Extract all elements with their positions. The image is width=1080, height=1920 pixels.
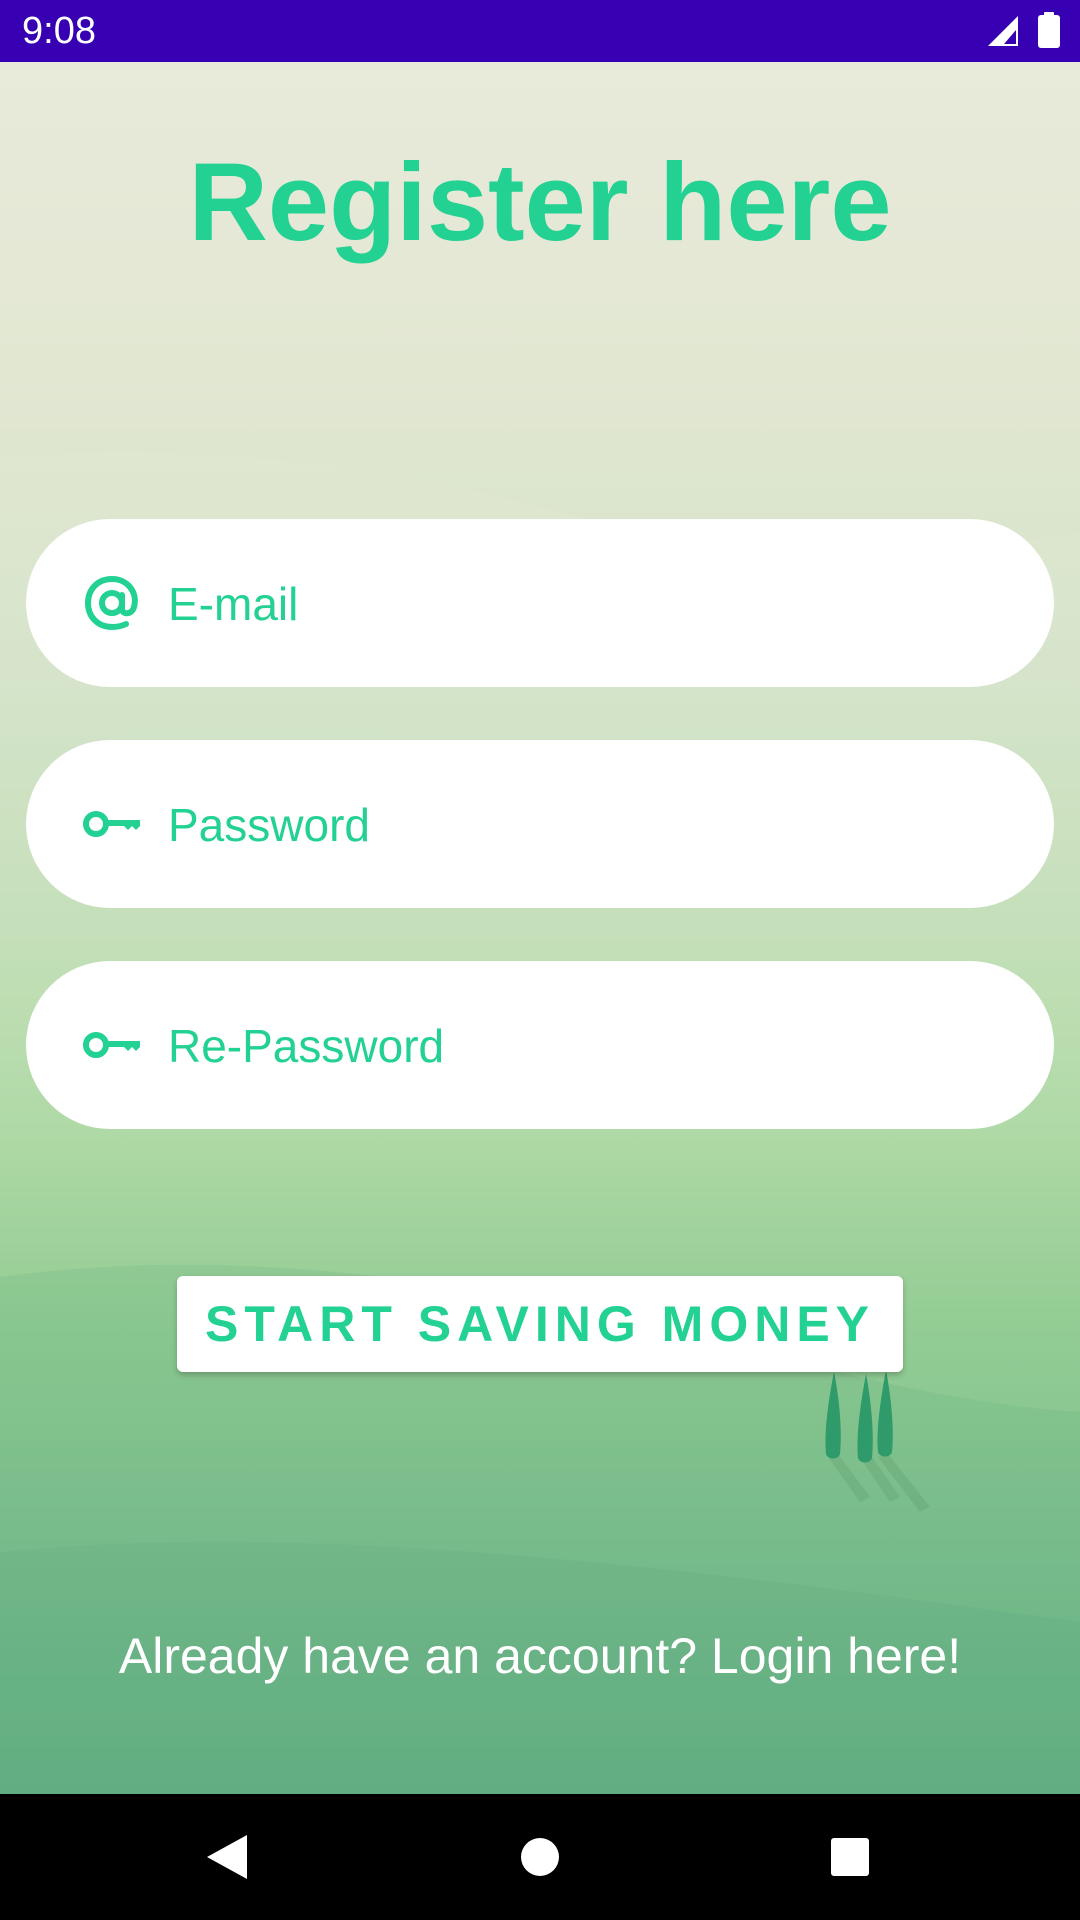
navigation-bar	[0, 1794, 1080, 1920]
register-screen: 9:08 Register here E-mail Password Re-Pa…	[0, 0, 1080, 1920]
battery-icon	[1038, 12, 1060, 48]
recents-square-icon[interactable]	[790, 1794, 910, 1920]
key-icon	[83, 811, 140, 837]
home-circle-icon[interactable]	[480, 1794, 600, 1920]
status-time: 9:08	[22, 10, 96, 52]
at-sign-icon	[84, 575, 138, 631]
password-field[interactable]: Password	[26, 740, 1054, 908]
email-placeholder: E-mail	[168, 578, 299, 630]
trees-decoration	[825, 1370, 930, 1512]
app-content: Register here E-mail Password Re-Passwor…	[0, 62, 1080, 1794]
repassword-field[interactable]: Re-Password	[26, 961, 1054, 1129]
password-placeholder: Password	[168, 799, 370, 851]
start-saving-button[interactable]: START SAVING MONEY	[177, 1276, 903, 1372]
hills-background	[0, 452, 1080, 1794]
back-triangle-icon[interactable]	[165, 1794, 285, 1920]
repassword-placeholder: Re-Password	[168, 1020, 445, 1072]
login-link[interactable]: Already have an account? Login here!	[0, 1626, 1080, 1686]
status-bar: 9:08	[0, 0, 1080, 62]
key-icon	[83, 1032, 140, 1058]
page-title: Register here	[188, 141, 892, 264]
signal-icon	[988, 16, 1018, 46]
email-field[interactable]: E-mail	[26, 519, 1054, 687]
